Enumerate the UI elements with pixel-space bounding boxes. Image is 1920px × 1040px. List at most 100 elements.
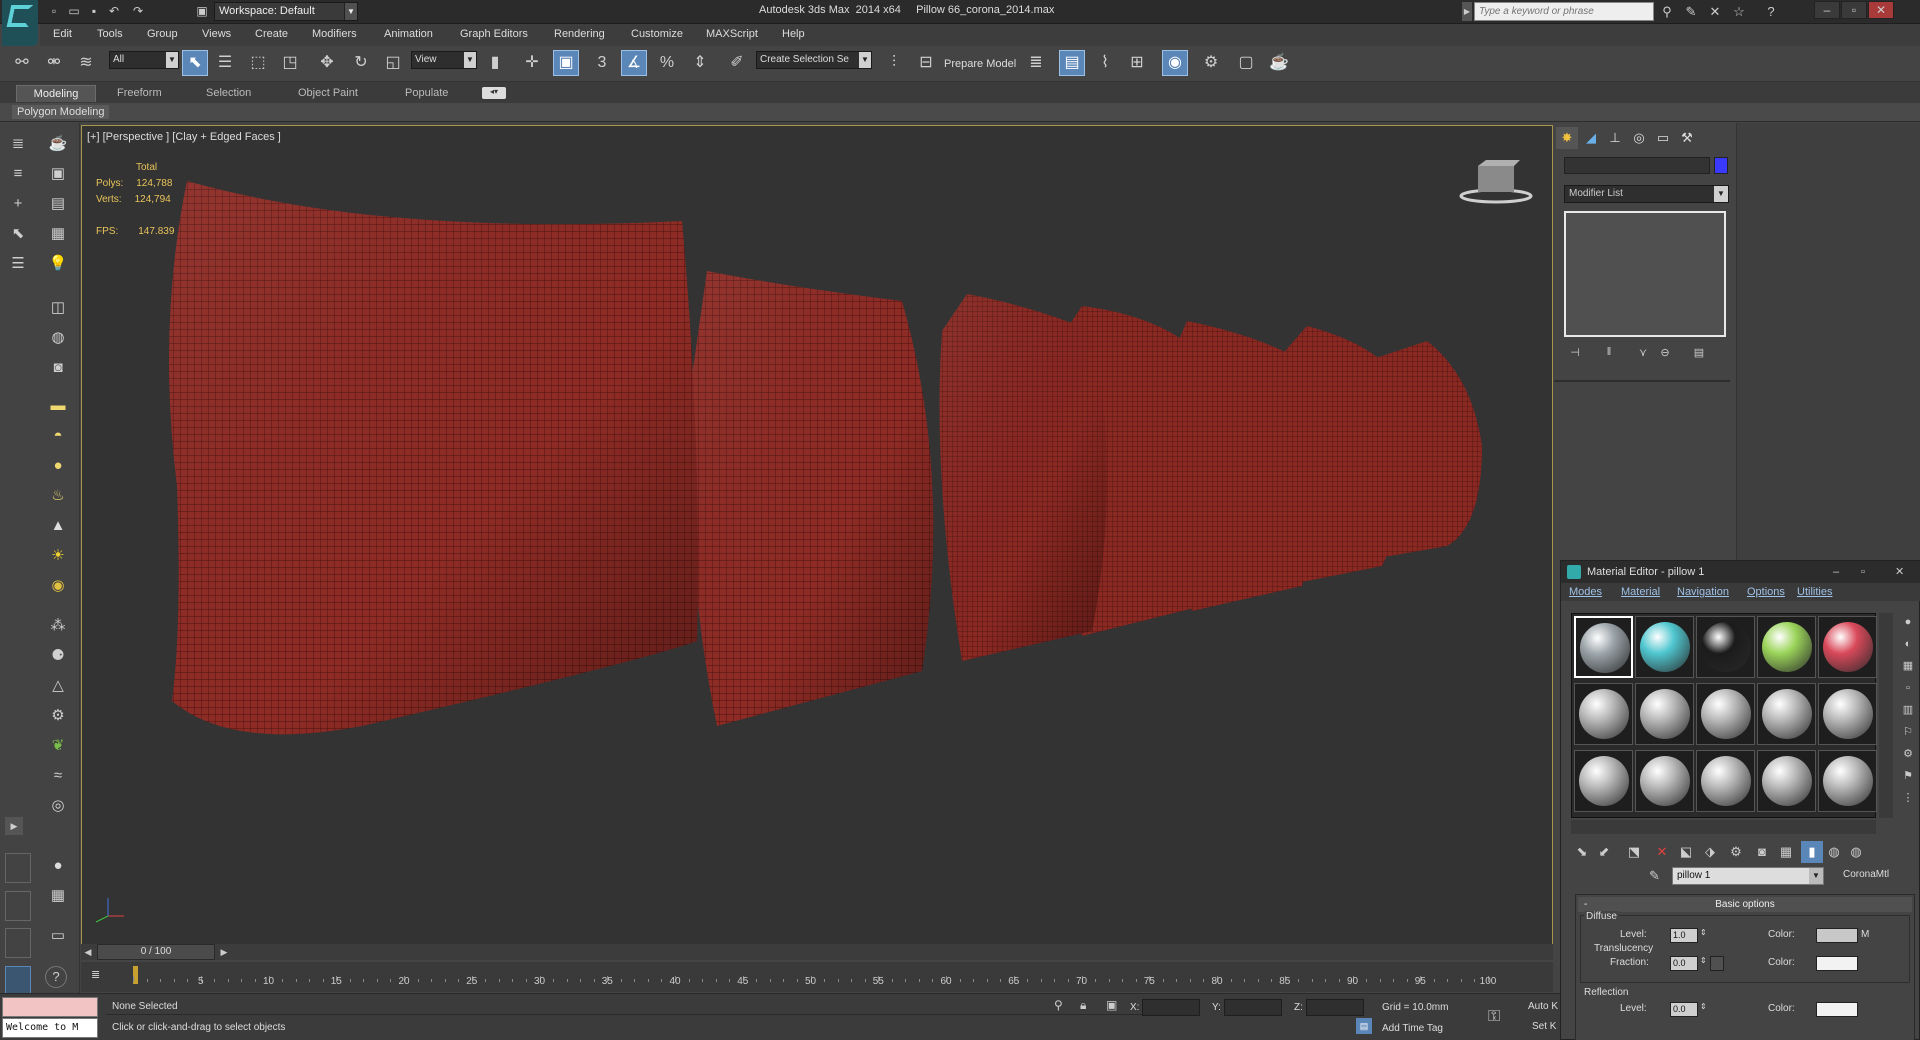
scale-icon[interactable]: ◱ <box>380 50 406 76</box>
percent-snap-icon[interactable]: % <box>654 50 680 76</box>
teapot-icon[interactable]: ☕ <box>45 131 71 157</box>
display-tab-icon[interactable]: ▭ <box>1652 127 1674 149</box>
search-input[interactable] <box>1474 2 1654 21</box>
menu-customize[interactable]: Customize <box>631 28 683 40</box>
menu-tools[interactable]: Tools <box>97 28 123 40</box>
maximize-button[interactable]: ▫ <box>1841 1 1867 19</box>
pivot-center-icon[interactable]: ▮ <box>482 50 508 76</box>
menu-graph-editors[interactable]: Graph Editors <box>460 28 528 40</box>
undo-icon[interactable]: ↶ <box>106 3 122 19</box>
open-icon[interactable]: ▭ <box>66 3 82 19</box>
align-icon[interactable]: ⊟ <box>913 50 939 76</box>
modifier-stack[interactable] <box>1564 211 1726 337</box>
material-editor-title-bar[interactable]: Material Editor - pillow 1 – ▫ ✕ <box>1561 561 1920 583</box>
translucency-map-button[interactable] <box>1710 956 1724 971</box>
help-icon[interactable]: ? <box>1762 3 1780 21</box>
rollout-header[interactable]: - Basic options <box>1578 897 1912 912</box>
video-icon[interactable]: ◙ <box>45 355 71 381</box>
grid-table-icon[interactable]: ▦ <box>45 221 71 247</box>
reflection-level-spinner[interactable]: 0.0 <box>1670 1002 1698 1017</box>
polygon-modeling-panel[interactable]: Polygon Modeling <box>12 105 110 119</box>
menu-navigation[interactable]: Navigation <box>1677 586 1729 598</box>
key-icon[interactable]: ⚿ <box>1488 1008 1500 1026</box>
utilities-tab-icon[interactable]: ⚒ <box>1676 127 1698 149</box>
named-selection-dropdown[interactable]: Create Selection Se ▼ <box>756 51 872 69</box>
sphere-icon[interactable]: ● <box>45 453 71 479</box>
y-coordinate-field[interactable] <box>1224 999 1282 1016</box>
reference-coordinate-dropdown[interactable]: View ▼ <box>411 51 477 69</box>
scene-explorer-icon[interactable]: ≣ <box>5 131 31 157</box>
minimize-button[interactable]: – <box>1814 1 1840 19</box>
tab-modeling[interactable]: Modeling <box>16 85 96 102</box>
rectangular-selection-icon[interactable]: ⬚ <box>245 50 271 76</box>
material-slot[interactable] <box>1818 683 1877 745</box>
material-id-icon[interactable]: ◙ <box>1751 841 1773 863</box>
viewport-layout-1[interactable] <box>5 853 31 883</box>
snaps-toggle-icon[interactable]: 3 <box>589 50 615 76</box>
fraction-spinner[interactable]: 0.0 <box>1670 956 1698 971</box>
select-by-name-icon[interactable]: ☰ <box>212 50 238 76</box>
object-color-swatch[interactable] <box>1714 157 1728 174</box>
material-slot[interactable] <box>1696 750 1755 812</box>
tab-selection[interactable]: Selection <box>198 85 259 102</box>
go-forward-icon[interactable]: ◍ <box>1845 841 1867 863</box>
viewport-layout-4[interactable] <box>5 966 31 996</box>
material-slot[interactable] <box>1574 750 1633 812</box>
material-slot[interactable] <box>1696 616 1755 678</box>
selection-filter-dropdown[interactable]: All ▼ <box>109 51 179 69</box>
material-slot[interactable] <box>1818 616 1877 678</box>
subscription-icon[interactable]: ✎ <box>1682 3 1700 21</box>
show-end-result-icon[interactable]: ‖ <box>1600 346 1618 362</box>
copy-material-icon[interactable]: ⬕ <box>1675 841 1697 863</box>
redo-icon[interactable]: ↷ <box>130 3 146 19</box>
new-icon[interactable]: ▫ <box>46 3 62 19</box>
uv-tiling-icon[interactable]: ▫ <box>1899 679 1917 697</box>
lock-icon[interactable]: 🔒︎ <box>1080 998 1086 1013</box>
create-plus-icon[interactable]: + <box>5 191 31 217</box>
device-icon[interactable]: ▭ <box>45 923 71 949</box>
pin-stack-icon[interactable]: ⊣ <box>1566 346 1584 362</box>
menu-rendering[interactable]: Rendering <box>554 28 605 40</box>
dynamics-icon[interactable]: ⚈ <box>45 643 71 669</box>
remove-modifier-icon[interactable]: ⊖ <box>1656 346 1674 362</box>
layers-icon[interactable]: ≡ <box>5 161 31 187</box>
render-setup-icon[interactable]: ⚙ <box>1198 50 1224 76</box>
ribbon-options-icon[interactable]: ◂▾ <box>482 87 506 99</box>
gear-icon[interactable]: ⚙ <box>45 703 71 729</box>
select-by-material-icon[interactable]: ⚑ <box>1899 767 1917 785</box>
ball-icon[interactable]: ◉ <box>45 573 71 599</box>
rotate-icon[interactable]: ↻ <box>348 50 374 76</box>
translucency-color-swatch[interactable] <box>1816 956 1858 971</box>
material-slot[interactable] <box>1574 683 1633 745</box>
menu-material[interactable]: Material <box>1621 586 1660 598</box>
helper-icon[interactable]: △ <box>45 673 71 699</box>
particles-icon[interactable]: ⁂ <box>45 613 71 639</box>
viewport-layout-3[interactable] <box>5 928 31 958</box>
plant-icon[interactable]: ❦ <box>45 733 71 759</box>
hair-icon[interactable]: ≈ <box>45 763 71 789</box>
backlight-icon[interactable]: ◐ <box>1899 635 1917 653</box>
modify-list-icon[interactable]: ☰ <box>5 251 31 277</box>
angle-snap-icon[interactable]: ∡ <box>621 50 647 76</box>
x-coordinate-field[interactable] <box>1142 999 1200 1016</box>
create-tab-icon[interactable]: ✸ <box>1556 127 1578 149</box>
menu-options[interactable]: Options <box>1747 586 1785 598</box>
save-icon[interactable]: ▪ <box>86 3 102 19</box>
hemisphere-icon[interactable]: ◓ <box>45 423 71 449</box>
layer-manager-icon[interactable]: ≣ <box>1023 50 1049 76</box>
preview-icon[interactable]: ⚐ <box>1899 723 1917 741</box>
add-time-tag[interactable]: Add Time Tag <box>1382 1023 1443 1034</box>
material-slot[interactable] <box>1757 750 1816 812</box>
box-icon[interactable]: ▬ <box>45 393 71 419</box>
select-tool-icon[interactable]: ⬉ <box>5 221 31 247</box>
material-slot[interactable] <box>1635 750 1694 812</box>
set-key-button[interactable]: Set K <box>1532 1021 1556 1032</box>
material-slot[interactable] <box>1818 750 1877 812</box>
material-name-dropdown[interactable]: pillow 1 ▼ <box>1672 867 1824 885</box>
menu-maxscript[interactable]: MAXScript <box>706 28 758 40</box>
menu-animation[interactable]: Animation <box>384 28 433 40</box>
menu-views[interactable]: Views <box>202 28 231 40</box>
time-prev-icon[interactable]: ◀ <box>81 944 95 960</box>
menu-modifiers[interactable]: Modifiers <box>312 28 357 40</box>
spinner-arrows-icon[interactable]: ⇕ <box>1700 928 1707 937</box>
